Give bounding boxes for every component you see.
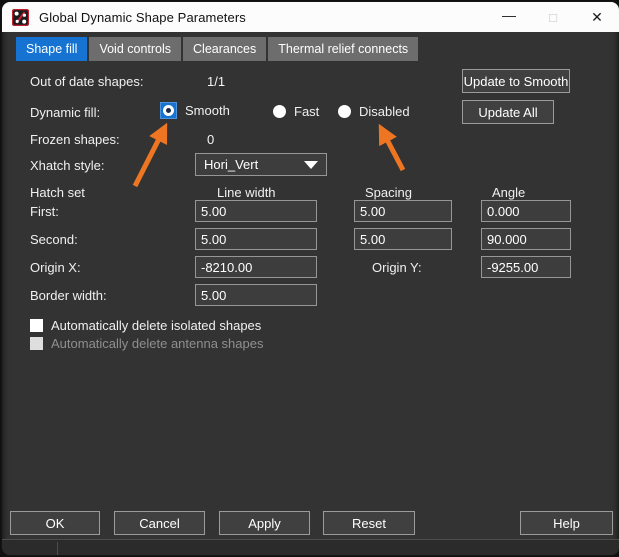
second-row-label: Second: xyxy=(30,232,78,247)
line-width-column-header: Line width xyxy=(217,185,276,200)
hatch-set-label: Hatch set xyxy=(30,185,85,200)
update-all-button[interactable]: Update All xyxy=(462,100,554,124)
delete-isolated-shapes-row: Automatically delete isolated shapes xyxy=(30,318,261,333)
frozen-shapes-value: 0 xyxy=(207,132,214,147)
tab-bar: Shape fill Void controls Clearances Ther… xyxy=(16,37,418,61)
arrow-to-disabled-radio xyxy=(382,130,403,170)
xhatch-style-label: Xhatch style: xyxy=(30,158,104,173)
second-spacing-input[interactable] xyxy=(354,228,452,250)
first-line-width-input[interactable] xyxy=(195,200,317,222)
origin-y-label: Origin Y: xyxy=(372,260,422,275)
apply-button[interactable]: Apply xyxy=(219,511,310,535)
tab-void-controls[interactable]: Void controls xyxy=(89,37,181,61)
global-dynamic-shape-parameters-dialog: Global Dynamic Shape Parameters — □ ✕ Sh… xyxy=(1,1,619,556)
delete-isolated-shapes-checkbox[interactable] xyxy=(30,319,43,332)
fast-radio-option: Fast xyxy=(273,104,319,119)
cancel-button[interactable]: Cancel xyxy=(114,511,205,535)
fast-radio[interactable] xyxy=(273,105,286,118)
delete-antenna-shapes-row: Automatically delete antenna shapes xyxy=(30,336,263,351)
second-line-width-input[interactable] xyxy=(195,228,317,250)
delete-antenna-shapes-label: Automatically delete antenna shapes xyxy=(51,336,263,351)
window-controls: — □ ✕ xyxy=(487,2,619,32)
fast-radio-label: Fast xyxy=(294,104,319,119)
out-of-date-shapes-label: Out of date shapes: xyxy=(30,74,143,89)
smooth-radio-option: Smooth xyxy=(160,102,230,119)
minimize-icon: — xyxy=(502,8,516,22)
delete-isolated-shapes-label: Automatically delete isolated shapes xyxy=(51,318,261,333)
first-row-label: First: xyxy=(30,204,59,219)
ok-button[interactable]: OK xyxy=(10,511,100,535)
out-of-date-shapes-value: 1/1 xyxy=(207,74,225,89)
maximize-icon: □ xyxy=(549,11,557,24)
smooth-radio[interactable] xyxy=(160,102,177,119)
close-button[interactable]: ✕ xyxy=(575,2,619,32)
smooth-radio-label: Smooth xyxy=(185,103,230,118)
xhatch-style-dropdown[interactable]: Hori_Vert xyxy=(195,153,327,176)
window-title: Global Dynamic Shape Parameters xyxy=(39,10,246,25)
delete-antenna-shapes-checkbox[interactable] xyxy=(30,337,43,350)
second-angle-input[interactable] xyxy=(481,228,571,250)
status-strip xyxy=(2,539,619,556)
radio-ring xyxy=(163,105,174,116)
dynamic-fill-label: Dynamic fill: xyxy=(30,105,100,120)
help-button[interactable]: Help xyxy=(520,511,613,535)
origin-x-label: Origin X: xyxy=(30,260,81,275)
pcb-shape-app-icon xyxy=(12,9,29,26)
arrow-to-smooth-radio xyxy=(135,129,164,186)
first-angle-input[interactable] xyxy=(481,200,571,222)
chevron-down-icon xyxy=(304,161,318,169)
radio-dot xyxy=(166,108,171,113)
angle-column-header: Angle xyxy=(492,185,525,200)
origin-y-input[interactable] xyxy=(481,256,571,278)
border-width-label: Border width: xyxy=(30,288,107,303)
close-icon: ✕ xyxy=(591,10,603,24)
frozen-shapes-label: Frozen shapes: xyxy=(30,132,120,147)
status-strip-divider xyxy=(57,542,58,555)
tab-shape-fill[interactable]: Shape fill xyxy=(16,37,87,61)
update-to-smooth-button[interactable]: Update to Smooth xyxy=(462,69,570,93)
maximize-button[interactable]: □ xyxy=(531,2,575,32)
disabled-radio-label: Disabled xyxy=(359,104,410,119)
xhatch-style-value: Hori_Vert xyxy=(204,157,258,172)
origin-x-input[interactable] xyxy=(195,256,317,278)
disabled-radio-option: Disabled xyxy=(338,104,410,119)
minimize-button[interactable]: — xyxy=(487,2,531,32)
first-spacing-input[interactable] xyxy=(354,200,452,222)
tab-clearances[interactable]: Clearances xyxy=(183,37,266,61)
border-width-input[interactable] xyxy=(195,284,317,306)
reset-button[interactable]: Reset xyxy=(323,511,415,535)
titlebar: Global Dynamic Shape Parameters — □ ✕ xyxy=(2,2,619,32)
disabled-radio[interactable] xyxy=(338,105,351,118)
tab-thermal-relief-connects[interactable]: Thermal relief connects xyxy=(268,37,418,61)
spacing-column-header: Spacing xyxy=(365,185,412,200)
